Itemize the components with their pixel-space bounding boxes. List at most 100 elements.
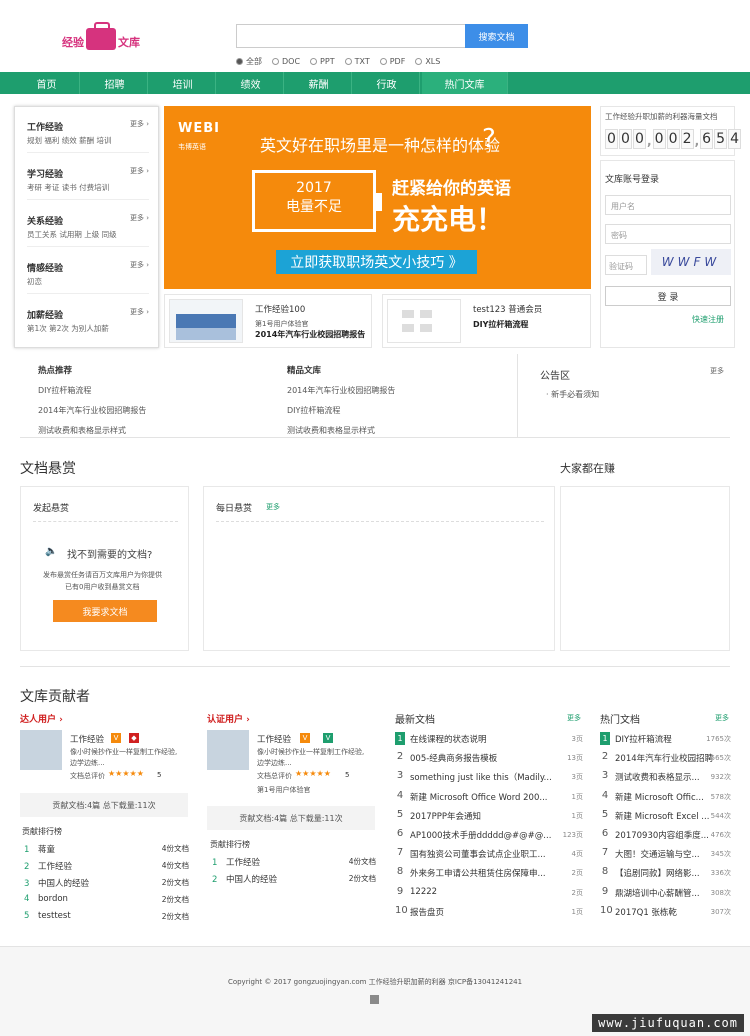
- doc-list-item[interactable]: 1 在线课程的状态说明 3页: [395, 732, 583, 751]
- category-study[interactable]: 学习经验 更多 › 考研 考证 读书 付费培训: [27, 154, 149, 200]
- nav-hot-library[interactable]: 热门文库: [422, 72, 508, 94]
- doc-title[interactable]: 国有独资公司董事会试点企业职工...: [410, 848, 560, 860]
- filter-doc[interactable]: DOC: [272, 56, 300, 67]
- nav-salary[interactable]: 薪酬: [286, 72, 352, 94]
- doc-list-item[interactable]: 6 AP1000技术手册ddddd@#@#@... 123页: [395, 828, 583, 847]
- doc-title[interactable]: something just like this（Madily...: [410, 771, 560, 783]
- user-name[interactable]: 工作经验: [257, 733, 291, 745]
- doc-title[interactable]: 新建 Microsoft Office Word 200...: [410, 791, 560, 803]
- doc-list-item[interactable]: 4 新建 Microsoft Office Word 200... 1页: [395, 790, 583, 809]
- doc-title[interactable]: 20170930内容组季度...: [615, 829, 713, 841]
- doc-title[interactable]: 2017Q1 张栋乾: [615, 906, 713, 918]
- rank-row[interactable]: 1 蒋童 4份文档: [24, 843, 189, 855]
- login-button[interactable]: 登 录: [605, 286, 731, 306]
- doc-title[interactable]: 外来务工申请公共租赁住房保障申...: [410, 867, 560, 879]
- best-item[interactable]: 测试收费和表格显示样式: [287, 425, 395, 436]
- doc-list-item[interactable]: 3 测试收费和表格显示... 932次: [600, 770, 731, 789]
- tab-expert-users[interactable]: 达人用户 ›: [20, 712, 63, 725]
- doc-user[interactable]: test123 普通会员: [473, 303, 542, 315]
- doc-title[interactable]: 2017PPP年会通知: [410, 810, 560, 822]
- doc-title[interactable]: 新建 Microsoft Offic...: [615, 791, 713, 803]
- filter-all[interactable]: 全部: [236, 56, 262, 67]
- nav-recruit[interactable]: 招聘: [82, 72, 148, 94]
- doc-list-item[interactable]: 4 新建 Microsoft Offic... 578次: [600, 790, 731, 809]
- stats-icon[interactable]: [370, 995, 379, 1004]
- hot-item[interactable]: 2014年汽车行业校园招聘报告: [38, 405, 146, 416]
- doc-list-item[interactable]: 5 新建 Microsoft Excel ... 544次: [600, 809, 731, 828]
- tab-verified-users[interactable]: 认证用户 ›: [207, 712, 250, 725]
- doc-title[interactable]: 鼎湖培训中心薪酬管...: [615, 887, 713, 899]
- category-links[interactable]: 考研 考证 读书 付费培训: [27, 182, 109, 193]
- doc-title[interactable]: 【追剧同款】网络影...: [615, 867, 713, 879]
- latest-docs-more[interactable]: 更多: [567, 713, 581, 723]
- filter-ppt[interactable]: PPT: [310, 56, 335, 67]
- best-item[interactable]: DIY拉杆箱流程: [287, 405, 395, 416]
- hot-item[interactable]: 测试收费和表格显示样式: [38, 425, 146, 436]
- doc-title[interactable]: 大图！交通运输与空...: [615, 848, 713, 860]
- notice-more[interactable]: 更多: [710, 366, 724, 376]
- rank-row[interactable]: 3 中国人的经验 2份文档: [24, 877, 189, 889]
- nav-admin[interactable]: 行政: [354, 72, 420, 94]
- filter-xls[interactable]: XLS: [415, 56, 440, 67]
- password-input[interactable]: 密码: [605, 224, 731, 244]
- rank-row[interactable]: 1 工作经验 4份文档: [212, 856, 376, 868]
- hot-item[interactable]: DIY拉杆箱流程: [38, 385, 146, 396]
- daily-bounty-more[interactable]: 更多: [266, 502, 280, 512]
- doc-title[interactable]: 12222: [410, 887, 560, 897]
- search-button[interactable]: 搜索文档: [465, 24, 528, 48]
- doc-title[interactable]: 2014年汽车行业校园招聘: [615, 752, 713, 764]
- rank-row[interactable]: 5 testtest 2份文档: [24, 911, 189, 921]
- doc-title[interactable]: DIY拉杆箱流程: [615, 733, 713, 745]
- category-raise[interactable]: 加薪经验 更多 › 第1次 第2次 为别人加薪: [27, 295, 149, 341]
- doc-list-item[interactable]: 9 鼎湖培训中心薪酬管... 308次: [600, 886, 731, 905]
- doc-list-item[interactable]: 8 外来务工申请公共租赁住房保障申... 2页: [395, 866, 583, 885]
- doc-list-item[interactable]: 7 国有独资公司董事会试点企业职工... 4页: [395, 847, 583, 866]
- doc-list-item[interactable]: 9 12222 2页: [395, 886, 583, 905]
- rank-row[interactable]: 4 bordon 2份文档: [24, 894, 189, 904]
- doc-list-item[interactable]: 7 大图！交通运输与空... 345次: [600, 847, 731, 866]
- category-work[interactable]: 工作经验 更多 › 规划 福利 绩效 薪酬 培训: [27, 107, 149, 153]
- category-more[interactable]: 更多 ›: [130, 260, 149, 270]
- doc-card[interactable]: 工作经验100 第1号用户体验官 2014年汽车行业校园招聘报告: [164, 294, 372, 348]
- promo-banner[interactable]: WEBI 韦博英语 英文好在职场里是一种怎样的体验 ? 2017 电量不足 赶紧…: [164, 106, 591, 289]
- filter-pdf[interactable]: PDF: [379, 56, 405, 67]
- hot-docs-more[interactable]: 更多: [715, 713, 729, 723]
- filter-txt[interactable]: TXT: [344, 56, 370, 67]
- doc-title[interactable]: 报告盘页: [410, 906, 560, 918]
- register-link[interactable]: 快速注册: [692, 314, 724, 325]
- nav-home[interactable]: 首页: [14, 72, 80, 94]
- avatar[interactable]: [207, 730, 249, 770]
- doc-title[interactable]: 新建 Microsoft Excel ...: [615, 810, 713, 822]
- site-logo[interactable]: 经验 文库: [62, 20, 142, 50]
- banner-cta-button[interactable]: 立即获取职场英文小技巧 》: [276, 250, 477, 274]
- category-links[interactable]: 初恋: [27, 276, 42, 287]
- doc-title[interactable]: AP1000技术手册ddddd@#@#@...: [410, 829, 560, 841]
- doc-list-item[interactable]: 2 005-经典商务报告模板 13页: [395, 751, 583, 770]
- category-links[interactable]: 第1次 第2次 为别人加薪: [27, 323, 109, 334]
- doc-list-item[interactable]: 10 报告盘页 1页: [395, 905, 583, 924]
- search-input[interactable]: [236, 24, 466, 48]
- nav-training[interactable]: 培训: [150, 72, 216, 94]
- category-more[interactable]: 更多 ›: [130, 119, 149, 129]
- doc-list-item[interactable]: 8 【追剧同款】网络影... 336次: [600, 866, 731, 885]
- category-links[interactable]: 员工关系 试用期 上级 同级: [27, 229, 117, 240]
- doc-list-item[interactable]: 5 2017PPP年会通知 1页: [395, 809, 583, 828]
- doc-list-item[interactable]: 3 something just like this（Madily... 3页: [395, 770, 583, 789]
- doc-user[interactable]: 工作经验100: [255, 303, 305, 315]
- category-more[interactable]: 更多 ›: [130, 307, 149, 317]
- doc-title[interactable]: 在线课程的状态说明: [410, 733, 560, 745]
- nav-performance[interactable]: 绩效: [218, 72, 284, 94]
- avatar[interactable]: [20, 730, 62, 770]
- rank-row[interactable]: 2 中国人的经验 2份文档: [212, 873, 376, 885]
- doc-title[interactable]: DIY拉杆箱流程: [473, 319, 528, 330]
- doc-title[interactable]: 测试收费和表格显示...: [615, 771, 713, 783]
- category-more[interactable]: 更多 ›: [130, 166, 149, 176]
- doc-list-item[interactable]: 1 DIY拉杆箱流程 1765次: [600, 732, 731, 751]
- best-item[interactable]: 2014年汽车行业校园招聘报告: [287, 385, 395, 396]
- username-input[interactable]: 用户名: [605, 195, 731, 215]
- doc-card[interactable]: test123 普通会员 DIY拉杆箱流程: [382, 294, 591, 348]
- captcha-input[interactable]: 验证码: [605, 255, 647, 275]
- notice-item[interactable]: · 新手必看须知: [546, 389, 599, 400]
- category-relations[interactable]: 关系经验 更多 › 员工关系 试用期 上级 同级: [27, 201, 149, 247]
- user-name[interactable]: 工作经验: [70, 733, 104, 745]
